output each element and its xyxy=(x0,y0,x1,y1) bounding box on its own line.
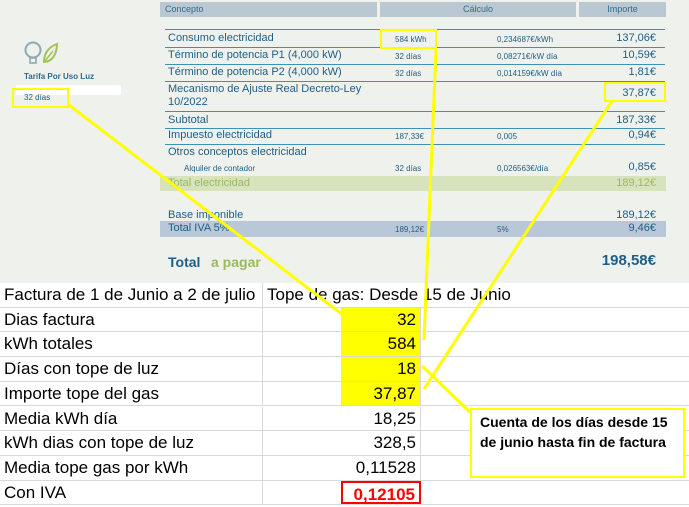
annotation-note: Cuenta de los días desde 15 de junio has… xyxy=(470,408,685,478)
table-row: kWh totales 584 xyxy=(0,332,689,358)
row-iva-qty: 189,12€ xyxy=(395,225,424,234)
row-subtotal-label: Subtotal xyxy=(168,114,209,126)
row-iva-rate: 5% xyxy=(497,225,509,234)
row-consumo-rate: 0,234687€/kWh xyxy=(497,35,554,44)
row-alquiler-label: Alquiler de contador xyxy=(184,164,256,173)
row-iva-amount: 9,46€ xyxy=(628,222,656,234)
sheet-header-right[interactable]: Tope de gas: Desde 15 de Junio xyxy=(263,283,511,307)
header-importe: Importe xyxy=(579,2,666,17)
row-p2-rate: 0,014159€/kW día xyxy=(497,69,562,78)
row-consumo-label: Consumo electricidad xyxy=(168,32,274,44)
row-base-label: Base imponible xyxy=(168,209,244,221)
row-otros-label: Otros conceptos electricidad xyxy=(168,146,307,158)
row-consumo-amount: 137,06€ xyxy=(616,32,656,44)
total-amount: 198,58€ xyxy=(601,252,656,269)
row-label[interactable]: Media tope gas por kWh xyxy=(0,455,263,480)
row-total-elec-amount: 189,12€ xyxy=(616,177,656,189)
highlight-days xyxy=(12,88,69,108)
row-alquiler-amount: 0,85€ xyxy=(628,161,656,173)
row-p1-qty: 32 días xyxy=(395,52,422,61)
row-label[interactable]: Dias factura xyxy=(0,307,263,332)
row-alquiler-qty: 32 días xyxy=(395,164,422,173)
header-concepto: Concepto xyxy=(160,2,377,17)
row-value[interactable]: 32 xyxy=(341,307,421,332)
sheet-header-row: Factura de 1 de Junio a 2 de julio Tope … xyxy=(0,283,689,308)
header-calculo: Cálculo xyxy=(380,2,576,17)
row-p1-rate: 0,08271€/kW día xyxy=(497,52,558,61)
total-label-a: Total xyxy=(168,254,201,270)
row-label[interactable]: kWh dias con tope de luz xyxy=(0,431,263,455)
row-label[interactable]: kWh totales xyxy=(0,332,263,357)
table-row: Dias factura 32 xyxy=(0,307,689,333)
row-value[interactable]: 584 xyxy=(341,332,421,357)
row-p2-qty: 32 días xyxy=(395,69,422,78)
row-iva-label: Total IVA 5% xyxy=(168,222,230,234)
row-subtotal-amount: 187,33€ xyxy=(616,114,656,126)
separator xyxy=(165,144,665,145)
invoice-image: Concepto Cálculo Importe Tarifa Por Uso … xyxy=(0,0,689,283)
tariff-name: Tarifa Por Uso Luz xyxy=(24,72,95,81)
table-row: Importe tope del gas 37,87 xyxy=(0,381,689,407)
row-impuesto-rate: 0,005 xyxy=(497,132,518,141)
separator xyxy=(165,81,665,82)
row-p1-amount: 10,59€ xyxy=(622,49,656,61)
row-value[interactable]: 37,87 xyxy=(341,381,421,406)
row-alquiler-rate: 0,026563€/día xyxy=(497,164,549,173)
row-impuesto-qty: 187,33€ xyxy=(395,132,424,141)
row-label[interactable]: Importe tope del gas xyxy=(0,381,263,406)
row-label[interactable]: Media kWh día xyxy=(0,406,263,431)
separator xyxy=(165,64,665,65)
lightbulb-leaf-icon xyxy=(24,41,59,64)
total-label-b: a pagar xyxy=(211,254,261,270)
row-value[interactable]: 0,11528 xyxy=(263,455,421,480)
row-ajuste-label-1: Mecanismo de Ajuste Real Decreto-Ley xyxy=(168,83,362,95)
row-p1-label: Término de potencia P1 (4,000 kW) xyxy=(168,49,342,61)
row-value[interactable]: 328,5 xyxy=(263,431,421,455)
row-p2-label: Término de potencia P2 (4,000 kW) xyxy=(168,66,342,78)
highlight-kwh xyxy=(380,29,437,49)
row-impuesto-amount: 0,94€ xyxy=(628,129,656,141)
row-impuesto-label: Impuesto electricidad xyxy=(168,129,272,141)
row-ajuste-label-2: 10/2022 xyxy=(168,96,208,108)
row-p2-amount: 1,81€ xyxy=(628,66,656,78)
row-value-highlighted[interactable]: 0,12105 xyxy=(341,480,421,505)
separator xyxy=(165,111,665,112)
row-base-amount: 189,12€ xyxy=(616,209,656,221)
table-row: Días con tope de luz 18 xyxy=(0,357,689,382)
row-total-elec-label: Total electricidad xyxy=(168,177,250,189)
table-row: Con IVA 0,12105 xyxy=(0,480,689,506)
sheet-header-left[interactable]: Factura de 1 de Junio a 2 de julio xyxy=(0,283,263,307)
row-value[interactable]: 18,25 xyxy=(263,406,421,431)
row-label[interactable]: Días con tope de luz xyxy=(0,357,263,381)
highlight-ajuste xyxy=(604,82,666,102)
row-value[interactable]: 18 xyxy=(341,357,421,381)
row-label[interactable]: Con IVA xyxy=(0,480,263,505)
